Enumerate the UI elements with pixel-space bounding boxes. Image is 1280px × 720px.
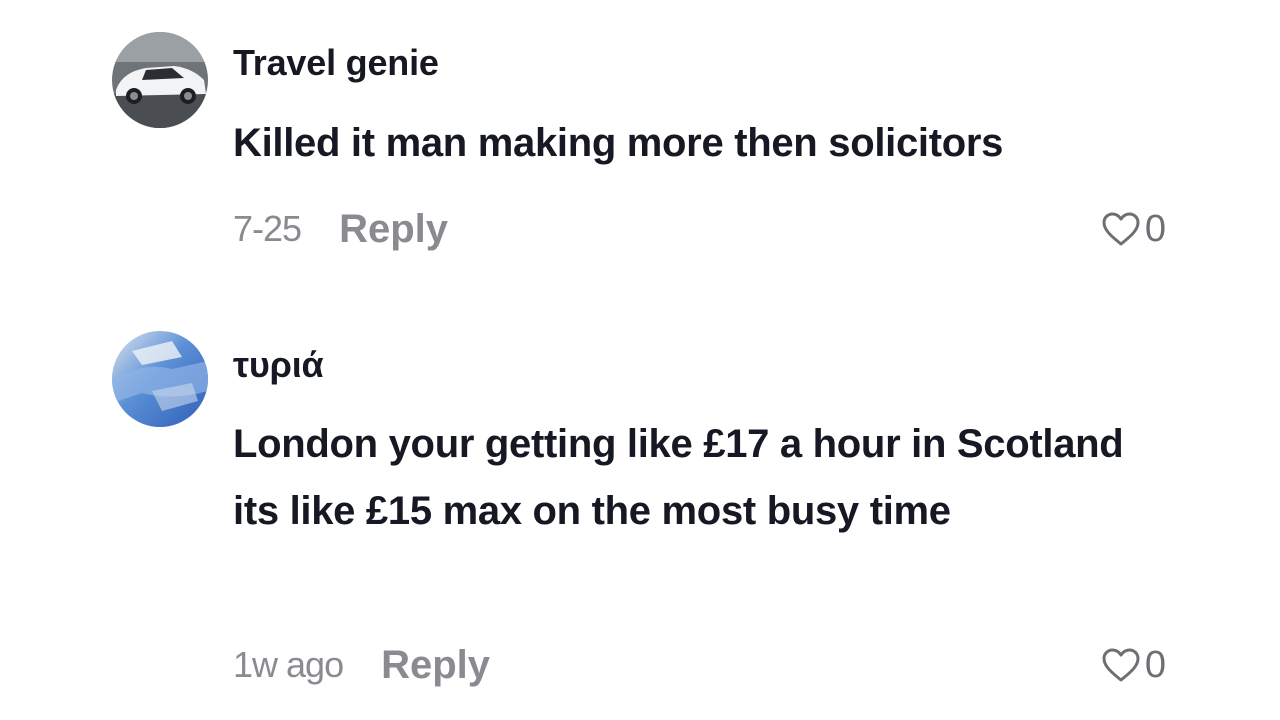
comment-username[interactable]: τυριά [233, 344, 324, 386]
user-avatar[interactable] [112, 331, 208, 427]
comment-timestamp: 1w ago [233, 644, 344, 685]
like-button[interactable]: 0 [1101, 207, 1166, 251]
user-avatar[interactable] [112, 32, 208, 128]
car-photo-avatar [112, 32, 208, 128]
comment-timestamp: 7-25 [233, 208, 302, 249]
reply-button[interactable]: Reply [381, 643, 490, 688]
like-count: 0 [1144, 207, 1166, 250]
comments-list: Travel genie Killed it man making more t… [0, 0, 1280, 720]
comment-meta: 1w ago Reply [233, 643, 490, 687]
comment-meta: 7-25 Reply [233, 207, 448, 251]
reply-button[interactable]: Reply [339, 207, 448, 252]
heart-icon [1102, 648, 1140, 682]
comment-text: Killed it man making more then solicitor… [233, 121, 1004, 165]
blue-abstract-avatar [112, 331, 208, 427]
comment-username[interactable]: Travel genie [233, 42, 439, 84]
like-button[interactable]: 0 [1101, 643, 1166, 687]
like-count: 0 [1144, 643, 1166, 686]
heart-icon [1102, 212, 1140, 246]
comment-text: London your getting like £17 a hour in S… [233, 422, 1124, 533]
